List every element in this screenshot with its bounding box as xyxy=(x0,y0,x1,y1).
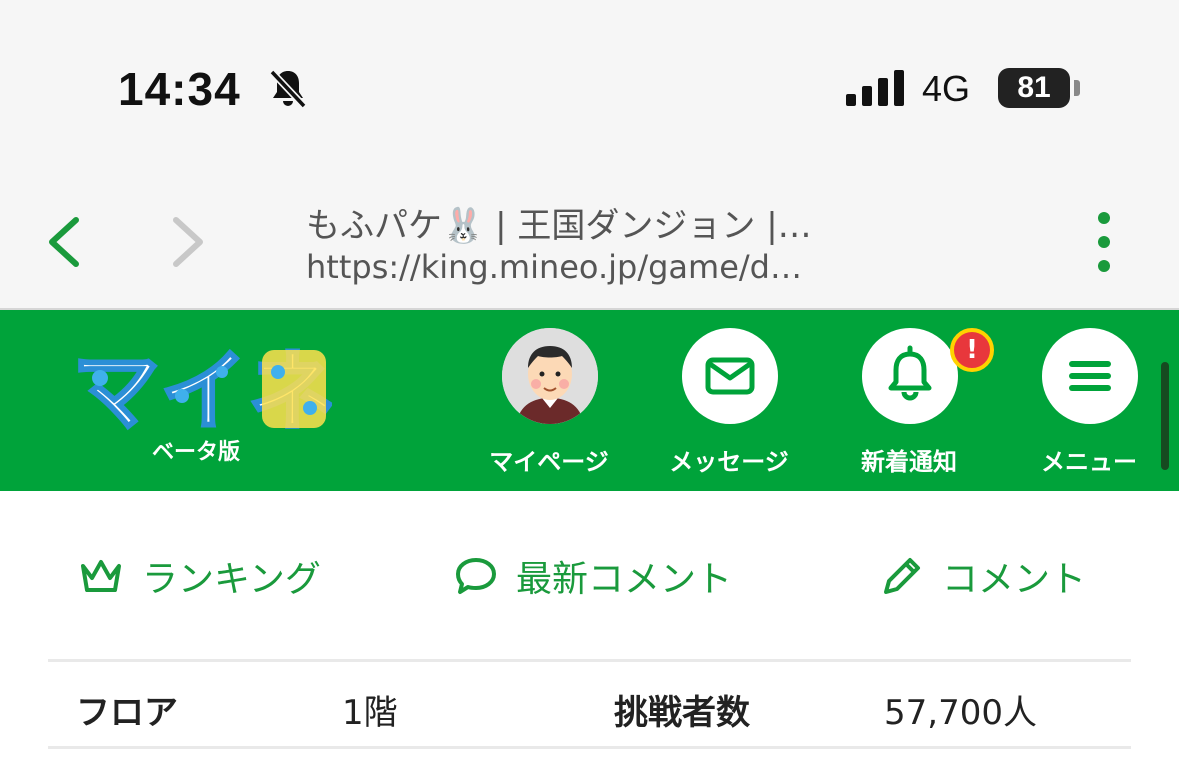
nav-label-notifications: 新着通知 xyxy=(861,448,957,476)
battery-tip xyxy=(1074,80,1080,96)
nav-mypage[interactable]: マイページ xyxy=(464,328,634,488)
browser-toolbar: もふパケ🐰 | 王国ダンジョン |… https://king.mineo.jp… xyxy=(0,160,1179,310)
divider-top xyxy=(48,659,1131,662)
speech-bubble-icon xyxy=(456,558,496,594)
menu-button[interactable] xyxy=(1042,328,1138,424)
notification-button[interactable] xyxy=(862,328,958,424)
network-type: 4G xyxy=(922,68,971,109)
comment-link[interactable]: コメント xyxy=(880,551,1086,601)
challengers-value: 57,700人 xyxy=(884,693,1037,733)
forward-arrow-icon[interactable] xyxy=(162,212,212,272)
hamburger-icon xyxy=(1069,361,1111,391)
pencil-icon xyxy=(884,558,920,594)
ranking-label: ランキング xyxy=(142,559,321,600)
nav-label-menu: メニュー xyxy=(1041,448,1137,476)
clock: 14:34 xyxy=(118,63,241,115)
nav-label-messages: メッセージ xyxy=(669,448,789,476)
mineo-logo[interactable]: マイネ王 xyxy=(72,338,332,435)
nav-messages[interactable]: メッセージ xyxy=(644,328,814,488)
main-content: ランキング 最新コメント コメント フロア 1階 挑戦者数 57,700人 xyxy=(0,491,1179,780)
floor-label: フロア xyxy=(76,693,178,733)
bell-muted-icon xyxy=(269,69,307,109)
nav-notifications[interactable]: ! 新着通知 xyxy=(824,328,994,488)
comment-label: コメント xyxy=(942,559,1087,600)
divider-bottom xyxy=(48,746,1131,749)
nav-menu[interactable]: メニュー xyxy=(1004,328,1174,488)
scrollbar-thumb[interactable] xyxy=(1161,362,1169,470)
more-options-icon[interactable] xyxy=(1086,210,1122,274)
nav-label-mypage: マイページ xyxy=(489,448,609,476)
ranking-link[interactable]: ランキング xyxy=(78,551,321,601)
user-avatar-icon xyxy=(502,328,598,424)
battery-level: 81 xyxy=(1017,71,1051,104)
back-arrow-icon[interactable] xyxy=(40,212,90,272)
status-bar: 14:34 4G 81 xyxy=(0,0,1179,160)
latest-comments-link[interactable]: 最新コメント xyxy=(454,551,732,601)
avatar[interactable] xyxy=(502,328,598,424)
message-button[interactable] xyxy=(682,328,778,424)
challengers-label: 挑戦者数 xyxy=(614,693,750,733)
bell-icon xyxy=(888,345,932,401)
page-url[interactable]: https://king.mineo.jp/game/d… xyxy=(306,248,906,286)
cellular-signal-icon xyxy=(846,70,904,106)
page-title[interactable]: もふパケ🐰 | 王国ダンジョン |… xyxy=(306,198,906,247)
crown-icon xyxy=(81,560,121,592)
site-header: マイネ王 ベータ版 マイページ xyxy=(0,310,1179,491)
logo-subtitle: ベータ版 xyxy=(152,440,241,465)
floor-value: 1階 xyxy=(342,693,398,733)
latest-comments-label: 最新コメント xyxy=(516,559,733,600)
notification-alert-badge: ! xyxy=(950,328,994,372)
battery-icon: 81 xyxy=(998,68,1070,108)
mail-icon xyxy=(705,357,755,395)
